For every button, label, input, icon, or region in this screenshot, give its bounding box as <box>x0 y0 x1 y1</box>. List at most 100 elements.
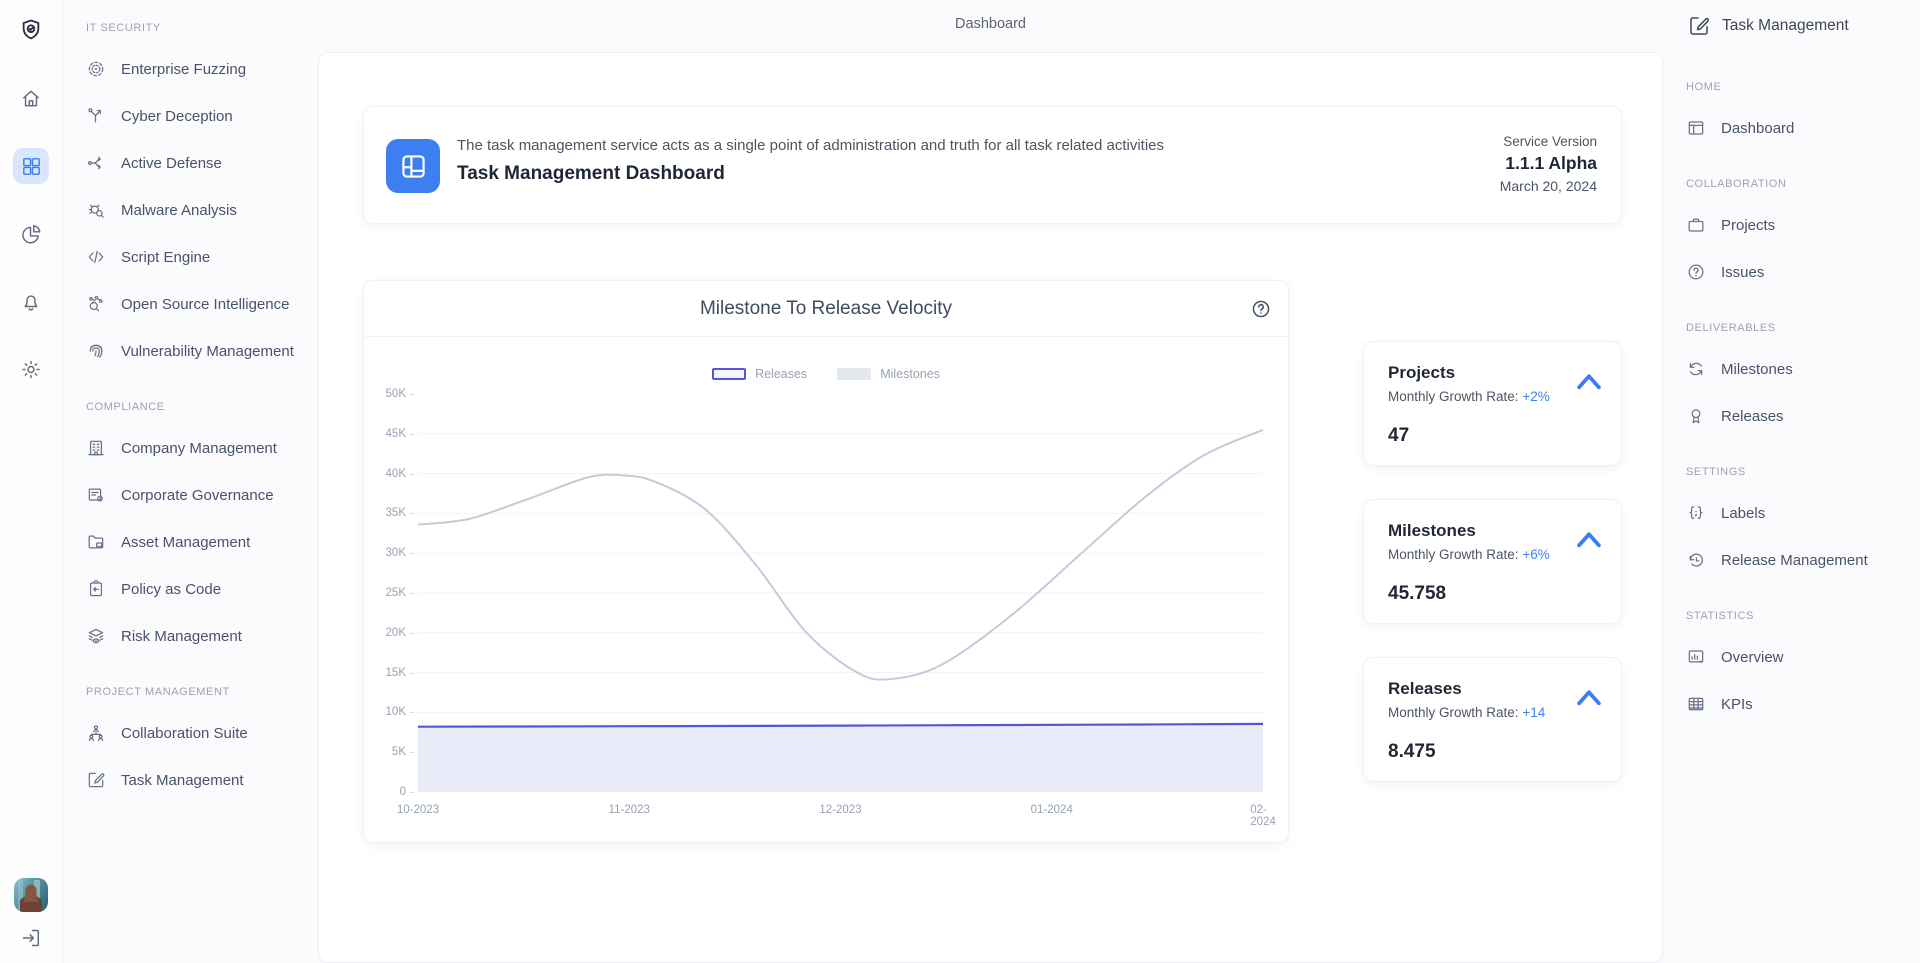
stat-card-growth: Monthly Growth Rate: +2% <box>1388 389 1550 404</box>
breadcrumb[interactable]: Dashboard <box>318 16 1663 32</box>
sidebar-item-malware-analysis[interactable]: Malware Analysis <box>86 197 310 223</box>
home-icon <box>20 87 43 110</box>
chevron-up-icon[interactable] <box>1575 687 1603 704</box>
menu-item-label: Releases <box>1721 408 1784 425</box>
y-axis-tick <box>410 553 415 554</box>
stat-card-growth: Monthly Growth Rate: +6% <box>1388 547 1550 562</box>
logout-icon[interactable] <box>19 926 43 950</box>
legend-item-milestones[interactable]: Milestones <box>837 367 940 381</box>
menu-item-label: Issues <box>1721 264 1764 281</box>
user-avatar[interactable] <box>14 878 48 912</box>
sidebar-item-cyber-deception[interactable]: Cyber Deception <box>86 103 310 129</box>
target-dashed-icon <box>86 59 106 79</box>
rail-item-analytics[interactable] <box>20 223 43 246</box>
menu-item-label: Dashboard <box>1721 120 1794 137</box>
growth-value: +2% <box>1522 389 1549 404</box>
right-sidebar-item-milestones[interactable]: Milestones <box>1686 356 1914 382</box>
y-axis-tick <box>410 593 415 594</box>
menu-item-label: Risk Management <box>121 628 242 645</box>
y-axis-label: 25K <box>364 587 406 599</box>
branch-split-icon <box>86 106 106 126</box>
sidebar-item-policy-as-code[interactable]: Policy as Code <box>86 576 310 602</box>
edit-square-icon <box>86 770 106 790</box>
sidebar-item-active-defense[interactable]: Active Defense <box>86 150 310 176</box>
legend-label: Milestones <box>880 367 940 381</box>
layers-eye-icon <box>86 626 106 646</box>
hero-description: The task management service acts as a si… <box>457 137 1164 154</box>
chart-image-icon <box>1686 647 1706 667</box>
right-sidebar-item-dashboard[interactable]: Dashboard <box>1686 115 1914 141</box>
releases-area <box>418 724 1263 792</box>
growth-value: +6% <box>1522 547 1549 562</box>
hero-card: The task management service acts as a si… <box>363 106 1622 224</box>
sidebar-item-collaboration-suite[interactable]: Collaboration Suite <box>86 720 310 746</box>
y-axis-label: 30K <box>364 547 406 559</box>
right-sidebar-section-collaboration: COLLABORATION <box>1686 178 1914 191</box>
y-axis-tick <box>410 792 415 793</box>
legend-item-releases[interactable]: Releases <box>712 367 807 381</box>
menu-item-label: Projects <box>1721 217 1775 234</box>
rail-item-home[interactable] <box>20 87 43 110</box>
sidebar-item-vulnerability-management[interactable]: Vulnerability Management <box>86 338 310 364</box>
y-axis-tick <box>410 712 415 713</box>
rail-item-apps[interactable] <box>13 148 49 184</box>
right-sidebar-item-issues[interactable]: Issues <box>1686 259 1914 285</box>
sidebar-item-company-management[interactable]: Company Management <box>86 435 310 461</box>
right-sidebar-item-release-management[interactable]: Release Management <box>1686 547 1914 573</box>
stat-card-title: Milestones <box>1388 521 1476 541</box>
velocity-chart-card: Milestone To Release Velocity Releases Mi… <box>363 280 1289 843</box>
stat-card-projects: Projects Monthly Growth Rate: +2% 47 <box>1363 341 1622 466</box>
right-sidebar-item-overview[interactable]: Overview <box>1686 644 1914 670</box>
menu-item-label: Policy as Code <box>121 581 221 598</box>
growth-prefix: Monthly Growth Rate: <box>1388 705 1522 720</box>
window-layout-icon <box>1686 118 1706 138</box>
chart-legend: Releases Milestones <box>364 367 1288 381</box>
folder-box-icon <box>86 532 106 552</box>
sidebar-item-task-management[interactable]: Task Management <box>86 767 310 793</box>
y-axis-tick <box>410 434 415 435</box>
right-sidebar-item-labels[interactable]: Labels <box>1686 500 1914 526</box>
x-axis-label: 11-2023 <box>609 804 650 816</box>
growth-value: +14 <box>1522 705 1545 720</box>
sidebar-item-enterprise-fuzzing[interactable]: Enterprise Fuzzing <box>86 56 310 82</box>
right-sidebar-item-projects[interactable]: Projects <box>1686 212 1914 238</box>
stat-card-value: 47 <box>1388 425 1409 447</box>
y-axis-label: 40K <box>364 468 406 480</box>
right-sidebar-section-settings: SETTINGS <box>1686 466 1914 479</box>
menu-item-label: Malware Analysis <box>121 202 237 219</box>
y-axis-label: 15K <box>364 667 406 679</box>
right-sidebar-item-kpis[interactable]: KPIs <box>1686 691 1914 717</box>
chevron-up-icon[interactable] <box>1575 529 1603 546</box>
right-sidebar-item-releases[interactable]: Releases <box>1686 403 1914 429</box>
y-axis-tick <box>410 513 415 514</box>
x-axis-label: 10-2023 <box>397 804 439 816</box>
menu-item-label: Labels <box>1721 505 1765 522</box>
y-axis-tick <box>410 394 415 395</box>
sidebar-item-asset-management[interactable]: Asset Management <box>86 529 310 555</box>
menu-item-label: Active Defense <box>121 155 222 172</box>
sidebar-item-risk-management[interactable]: Risk Management <box>86 623 310 649</box>
stat-card-title: Projects <box>1388 363 1455 383</box>
sidebar-item-script-engine[interactable]: Script Engine <box>86 244 310 270</box>
rail-item-notifications[interactable] <box>20 290 43 313</box>
growth-prefix: Monthly Growth Rate: <box>1388 547 1522 562</box>
sidebar-item-corporate-governance[interactable]: Corporate Governance <box>86 482 310 508</box>
menu-item-label: Script Engine <box>121 249 210 266</box>
page-title: Task Management Dashboard <box>457 163 1164 185</box>
avatar-person-photo <box>14 878 48 912</box>
sidebar-item-open-source-intelligence[interactable]: Open Source Intelligence <box>86 291 310 317</box>
menu-item-label: Task Management <box>121 772 244 789</box>
chart-plot-area: 05K10K15K20K25K30K35K40K45K50K <box>364 394 1288 792</box>
app-logo-shield-icon[interactable] <box>18 17 44 43</box>
icon-rail <box>0 0 63 963</box>
chart-title: Milestone To Release Velocity <box>364 281 1288 337</box>
code-icon <box>86 247 106 267</box>
y-axis-label: 0 <box>364 786 406 798</box>
y-axis-label: 45K <box>364 428 406 440</box>
history-clock-icon <box>1686 550 1706 570</box>
main-panel: The task management service acts as a si… <box>318 52 1663 963</box>
rail-item-settings[interactable] <box>20 358 43 381</box>
chevron-up-icon[interactable] <box>1575 371 1603 388</box>
stat-card-milestones: MilestonesMonthly Growth Rate: +6%45.758 <box>1363 499 1622 624</box>
help-icon[interactable] <box>1250 298 1272 320</box>
